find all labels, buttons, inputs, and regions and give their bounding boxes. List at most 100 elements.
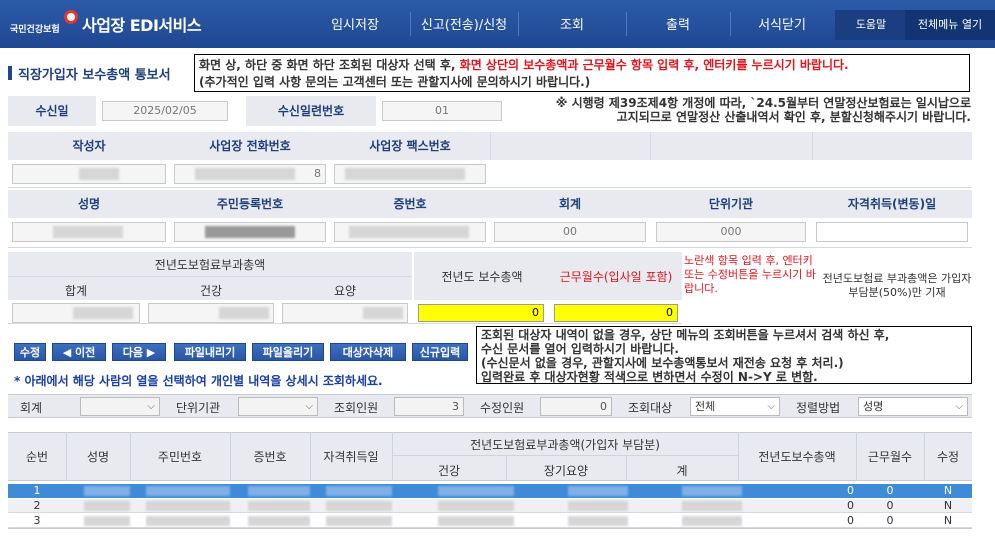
fax-label: 사업장 팩스번호 [330, 132, 490, 160]
months-input[interactable]: 0 [554, 304, 678, 322]
redacted-text [248, 501, 310, 511]
receipt-serial-field[interactable]: 01 [382, 101, 502, 121]
redacted-text [568, 486, 628, 496]
all-menu-button[interactable]: 전체메뉴 열기 [905, 10, 995, 40]
menu-separator [518, 12, 519, 36]
qualification-date-label: 자격취득(변동)일 [812, 190, 972, 218]
col-qual: 자격취득일 [323, 450, 379, 464]
redacted-text [326, 486, 392, 496]
writer-field[interactable] [12, 164, 166, 184]
redacted-text [682, 501, 742, 511]
redacted-text [438, 501, 514, 511]
name-field[interactable] [12, 222, 166, 242]
filter-sort-label: 정렬방법 [796, 401, 841, 415]
redacted-text [349, 226, 469, 238]
receipt-serial-label: 수신일련번호 [246, 96, 376, 126]
file-download-button[interactable]: 파일내리기 [174, 343, 246, 361]
phone-field[interactable]: 8 [174, 164, 326, 184]
menu-separator [410, 12, 411, 36]
redacted-text [568, 501, 628, 511]
redacted-text [345, 168, 465, 180]
card-number-label: 증번호 [330, 190, 490, 218]
file-upload-button[interactable]: 파일올리기 [252, 343, 324, 361]
new-entry-button[interactable]: 신규입력 [412, 343, 468, 361]
redacted-text [79, 168, 119, 180]
redacted-text [205, 226, 295, 238]
help-button[interactable]: 도움말 [835, 10, 907, 40]
redacted-text [248, 486, 310, 496]
unit-field[interactable]: 000 [656, 222, 806, 242]
next-button[interactable]: 다음 ▶ [112, 343, 166, 361]
filter-target-label: 조회대상 [628, 401, 673, 415]
redacted-text [146, 516, 230, 526]
app-title: 사업장 EDI서비스 [82, 16, 202, 35]
page-title: 직장가입자 보수총액 통보서 [18, 68, 171, 83]
amendment-notice-line1: ※ 시행령 제39조제4항 개정에 따라, `24.5월부터 연말정산보험료는 … [555, 96, 971, 110]
card-number-field[interactable] [334, 222, 486, 242]
amendment-notice: ※ 시행령 제39조제4항 개정에 따라, `24.5월부터 연말정산보험료는 … [505, 96, 977, 126]
qualification-date-field[interactable] [816, 222, 968, 242]
table-row[interactable]: 1 0 0 N [8, 484, 972, 498]
notice-line2: (추가적인 입력 사항 문의는 고객센터 또는 관할지사에 문의하시기 바랍니다… [199, 75, 591, 89]
menu-separator [730, 12, 731, 36]
filter-unit-select[interactable]: ⌵ [238, 397, 318, 416]
receipt-date-label: 수신일 [8, 96, 96, 126]
fax-field[interactable] [334, 164, 486, 184]
premium-health-field[interactable] [148, 303, 274, 323]
care-label: 요양 [278, 282, 412, 299]
filter-target-select[interactable]: 전체 ⌵ [690, 397, 780, 416]
table-row[interactable]: 2 0 0 N [8, 499, 972, 513]
filter-sort-select[interactable]: 성명 ⌵ [858, 397, 968, 416]
title-marker [8, 66, 12, 80]
col-rrn: 주민번호 [157, 450, 203, 464]
name-label: 성명 [8, 190, 170, 218]
filter-count-field: 3 [394, 397, 464, 416]
menu-close-form[interactable]: 서식닫기 [732, 14, 832, 33]
amendment-notice-line2: 고지되므로 연말정산 산출내역서 확인 후, 분할신청해주시기 바랍니다. [616, 110, 971, 124]
redacted-text [84, 516, 130, 526]
menu-search[interactable]: 조회 [520, 14, 624, 33]
phone-label: 사업장 전화번호 [170, 132, 330, 160]
redacted-text [146, 501, 230, 511]
filter-count-label: 조회인원 [334, 401, 379, 415]
months-label: 근무월수(입사일 포함) [559, 270, 673, 284]
menu-report-send[interactable]: 신고(전송)/신청 [412, 14, 516, 33]
notice-line1-a: 화면 상, 하단 중 화면 하단 조회된 대상자 선택 후, [199, 58, 460, 72]
delete-subject-button[interactable]: 대상자삭제 [330, 343, 406, 361]
yellow-input-note: 노란색 항목 입력 후, 엔터키 또는 수정버튼을 누르시기 바랍니다. [684, 254, 816, 295]
redacted-text [438, 486, 514, 496]
col-name: 성명 [86, 450, 110, 464]
prev-salary-label: 전년도 보수총액 [441, 270, 523, 284]
top-notice: 화면 상, 하단 중 화면 하단 조회된 대상자 선택 후, 화면 상단의 보수… [194, 54, 970, 92]
redacted-text [326, 516, 392, 526]
prev-salary-input[interactable]: 0 [418, 304, 544, 322]
filter-unit-label: 단위기관 [176, 401, 221, 415]
filter-account-select[interactable]: ⌵ [80, 397, 160, 416]
prev-button[interactable]: ◀ 이전 [52, 343, 106, 361]
redacted-text [195, 168, 295, 180]
menu-print[interactable]: 출력 [628, 14, 728, 33]
premium-side-note: 전년도보험료 부과총액은 가입자부담분(50%)만 기재 [822, 272, 972, 299]
col-health: 건강 [437, 464, 461, 478]
premium-care-field[interactable] [282, 303, 408, 323]
account-label: 회계 [490, 190, 650, 218]
redacted-text [248, 516, 310, 526]
premium-total-field[interactable] [12, 303, 140, 323]
total-label: 합계 [8, 282, 144, 299]
account-field[interactable]: 00 [494, 222, 646, 242]
search-notice-line3: (수신문서 없을 경우, 관할지사에 보수총액통보서 재전송 요청 후 처리.) [481, 356, 844, 370]
row-select-hint: * 아래에서 해당 사람의 열을 선택하여 개인별 내역을 상세시 조회하세요. [14, 374, 383, 388]
menu-temp-save[interactable]: 임시저장 [320, 14, 390, 33]
redacted-text [84, 501, 130, 511]
edit-button[interactable]: 수정 [14, 343, 46, 361]
rrn-field[interactable] [174, 222, 326, 242]
receipt-date-field[interactable]: 2025/02/05 [102, 101, 228, 121]
col-months: 근무월수 [867, 450, 913, 464]
redacted-text [682, 516, 742, 526]
redacted-text [146, 486, 230, 496]
table-row[interactable]: 3 0 0 N [8, 514, 972, 528]
redacted-text [73, 307, 133, 319]
col-edit: 수정 [936, 450, 960, 464]
redacted-text [53, 226, 123, 238]
nhis-logo: 국민건강보험 [10, 10, 80, 38]
